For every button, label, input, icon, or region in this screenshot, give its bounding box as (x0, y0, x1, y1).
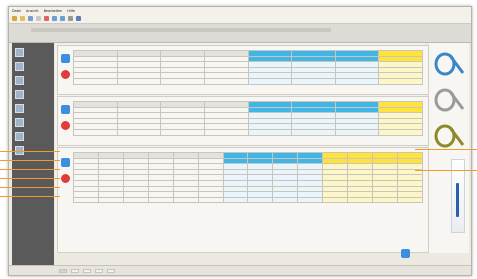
module-icon (15, 47, 24, 57)
status-tab[interactable] (95, 269, 103, 273)
annotation-line (0, 178, 60, 179)
alert-icon[interactable] (61, 121, 70, 130)
undo-icon[interactable] (52, 16, 57, 21)
table-row[interactable] (73, 129, 423, 136)
save-icon[interactable] (12, 16, 17, 21)
sidebar-item-6[interactable] (15, 117, 51, 127)
status-bar (9, 265, 471, 275)
sidebar-item-3[interactable] (15, 75, 51, 85)
status-tab[interactable] (71, 269, 79, 273)
alert-icon[interactable] (61, 174, 70, 183)
edit-icon[interactable] (61, 54, 70, 63)
module-icon (15, 75, 24, 85)
menu-view[interactable]: Ansicht (26, 9, 39, 13)
status-tab[interactable] (83, 269, 91, 273)
help-icon[interactable] (76, 16, 81, 21)
open-icon[interactable] (20, 16, 25, 21)
module-icon (15, 89, 24, 99)
sidebar-item-4[interactable] (15, 89, 51, 99)
menu-edit[interactable]: Bearbeiten (44, 9, 63, 13)
app-window: Datei Ansicht Bearbeiten Hilfe (8, 6, 472, 276)
annotation-line (0, 196, 60, 197)
panel-3 (57, 147, 429, 253)
slider-thumb[interactable] (456, 183, 459, 217)
menu-file[interactable]: Datei (12, 9, 21, 13)
ribbon-strip (31, 28, 331, 32)
panel-1-table (73, 50, 423, 85)
menu-bar: Datei Ansicht Bearbeiten Hilfe (9, 7, 471, 14)
print-icon[interactable] (28, 16, 33, 21)
edit-icon[interactable] (61, 158, 70, 167)
toolbar (9, 14, 471, 24)
coil-grey-icon (434, 88, 465, 112)
module-icon (15, 103, 24, 113)
annotation-line (0, 160, 60, 161)
sidebar-item-7[interactable] (15, 131, 51, 141)
annotation-line (0, 187, 60, 188)
module-icon (15, 131, 24, 141)
status-tab[interactable] (107, 269, 115, 273)
sidebar (12, 43, 54, 269)
paste-icon[interactable] (44, 16, 49, 21)
apply-icon[interactable] (401, 249, 410, 258)
annotation-line (415, 170, 477, 171)
sidebar-item-5[interactable] (15, 103, 51, 113)
ribbon (9, 24, 471, 43)
edit-icon[interactable] (61, 105, 70, 114)
coil-blue-icon (434, 52, 465, 76)
sidebar-item-8[interactable] (15, 145, 51, 155)
copy-icon[interactable] (36, 16, 41, 21)
table-row[interactable] (73, 78, 423, 85)
module-icon (15, 117, 24, 127)
annotation-line (0, 169, 60, 170)
settings-icon[interactable] (68, 16, 73, 21)
panel-3-table (73, 152, 424, 204)
module-icon (15, 61, 24, 71)
status-tab[interactable] (59, 269, 67, 273)
sidebar-item-2[interactable] (15, 61, 51, 71)
panel-1 (57, 45, 429, 95)
redo-icon[interactable] (60, 16, 65, 21)
alert-icon[interactable] (61, 70, 70, 79)
main-content (55, 43, 429, 253)
module-icon (15, 145, 24, 155)
sidebar-item-1[interactable] (15, 47, 51, 57)
table-row[interactable] (73, 196, 424, 204)
panel-2 (57, 96, 429, 146)
annotation-line (0, 151, 60, 152)
coil-olive-icon (434, 124, 465, 148)
panel-2-table (73, 101, 423, 136)
annotation-line (415, 149, 477, 150)
menu-help[interactable]: Hilfe (67, 9, 75, 13)
